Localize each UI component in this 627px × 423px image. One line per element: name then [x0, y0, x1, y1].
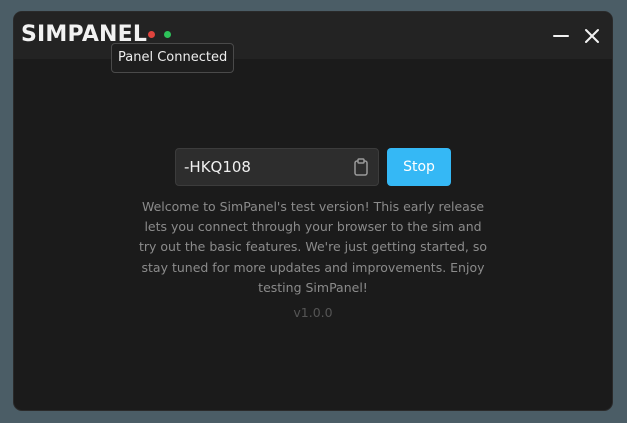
session-code-field[interactable]: [175, 148, 379, 186]
stop-button[interactable]: Stop: [387, 148, 451, 186]
status-dot-green: [164, 31, 171, 38]
welcome-message: Welcome to SimPanel's test version! This…: [139, 199, 487, 295]
status-dot-red: [148, 31, 155, 38]
connection-status-tooltip: Panel Connected: [111, 43, 235, 73]
title-bar[interactable]: SIMPANEL: [14, 12, 612, 59]
close-icon: [585, 29, 599, 43]
minimize-button[interactable]: [550, 25, 572, 47]
session-code-input[interactable]: [184, 149, 344, 185]
app-window: SIMPANEL Stop Welcome to SimPanel's test…: [14, 12, 612, 410]
minus-icon: [553, 35, 569, 37]
clipboard-icon[interactable]: [354, 158, 368, 180]
version-label: v1.0.0: [293, 305, 333, 320]
close-button[interactable]: [581, 25, 603, 47]
